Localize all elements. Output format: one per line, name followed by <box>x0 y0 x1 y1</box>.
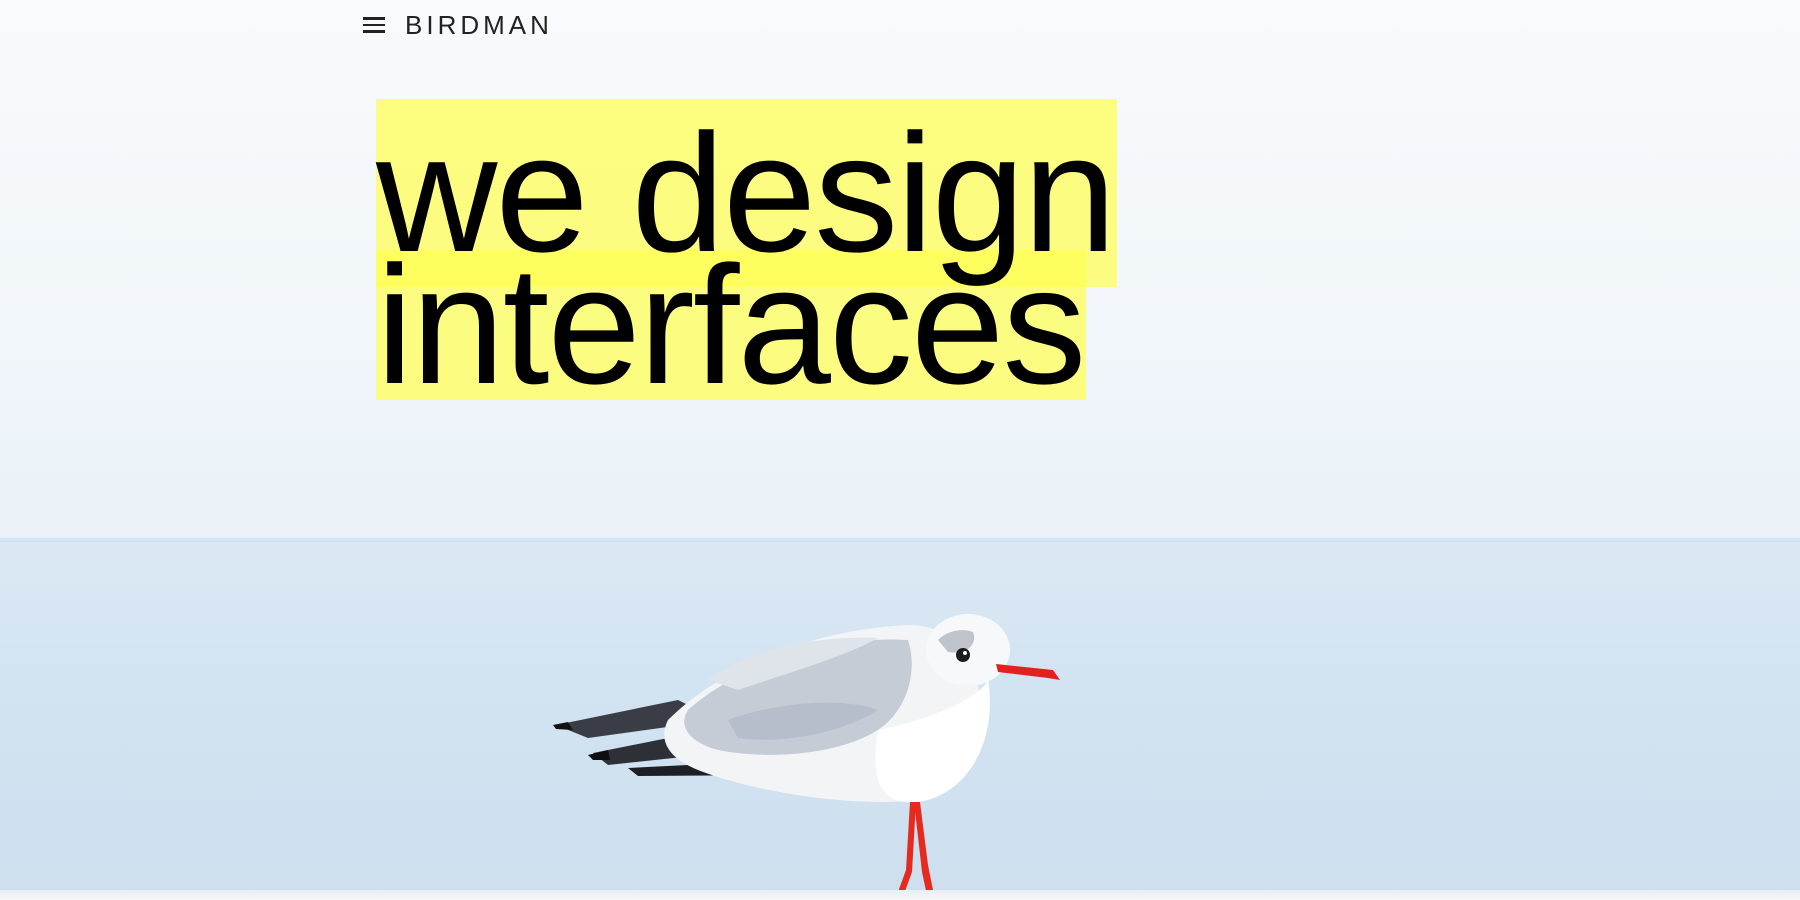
hero-headline: we design interfaces <box>376 99 1117 419</box>
site-header: BIRDMAN <box>363 10 553 40</box>
brand-logo-text[interactable]: BIRDMAN <box>405 10 553 41</box>
horizon-line <box>0 536 1800 542</box>
hamburger-menu-icon[interactable] <box>363 14 389 36</box>
seagull-image <box>553 614 1060 900</box>
headline-line-2: interfaces <box>376 231 1086 419</box>
rail-edge <box>0 890 1800 900</box>
